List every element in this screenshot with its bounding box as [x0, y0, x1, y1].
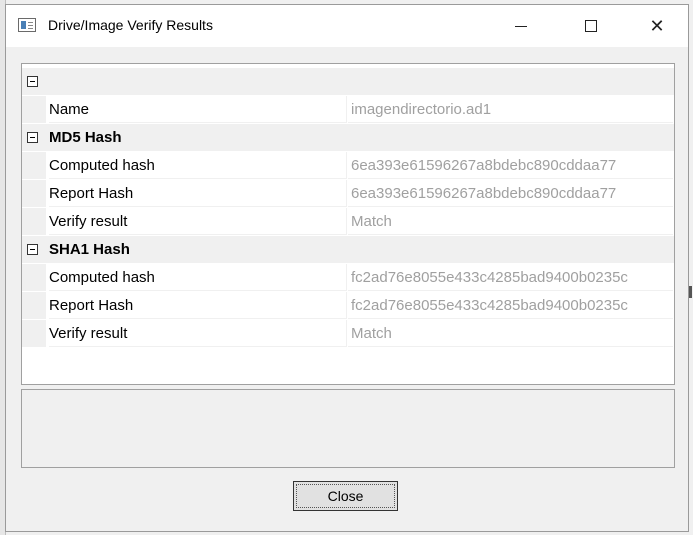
collapse-icon[interactable] — [27, 132, 38, 143]
property-row[interactable]: Computed hash 6ea393e61596267a8bdebc890cd… — [22, 152, 674, 179]
row-margin — [22, 292, 46, 319]
category-row[interactable] — [22, 68, 674, 95]
property-name: Computed hash — [49, 264, 347, 291]
property-value[interactable]: 6ea393e61596267a8bdebc890cddaa77 — [348, 152, 673, 179]
property-name: Verify result — [49, 320, 347, 347]
category-row[interactable]: SHA1 Hash — [22, 236, 674, 263]
description-pane — [21, 389, 675, 468]
property-value[interactable]: 6ea393e61596267a8bdebc890cddaa77 — [348, 180, 673, 207]
maximize-button[interactable] — [568, 5, 614, 47]
minimize-icon — [515, 25, 527, 27]
category-label: MD5 Hash — [49, 129, 122, 146]
row-margin — [22, 320, 46, 347]
property-row[interactable]: Verify result Match — [22, 208, 674, 235]
property-row[interactable]: Name imagendirectorio.ad1 — [22, 96, 674, 123]
verify-results-dialog: Drive/Image Verify Results ✕ Name imagend… — [5, 4, 689, 532]
property-value[interactable]: Match — [348, 208, 673, 235]
window-close-button[interactable]: ✕ — [634, 5, 680, 47]
category-label: SHA1 Hash — [49, 241, 130, 258]
property-name: Computed hash — [49, 152, 347, 179]
property-row[interactable]: Report Hash fc2ad76e8055e433c4285bad9400b… — [22, 292, 674, 319]
category-row[interactable]: MD5 Hash — [22, 124, 674, 151]
window-title: Drive/Image Verify Results — [48, 17, 213, 33]
property-value[interactable]: fc2ad76e8055e433c4285bad9400b0235c — [348, 264, 673, 291]
property-value[interactable]: fc2ad76e8055e433c4285bad9400b0235c — [348, 292, 673, 319]
app-window-icon — [18, 18, 36, 32]
row-margin — [22, 208, 46, 235]
row-margin — [22, 180, 46, 207]
property-name: Report Hash — [49, 180, 347, 207]
property-row[interactable]: Report Hash 6ea393e61596267a8bdebc890cdda… — [22, 180, 674, 207]
property-name: Name — [49, 96, 347, 123]
minimize-button[interactable] — [498, 5, 544, 47]
title-bar[interactable]: Drive/Image Verify Results ✕ — [6, 5, 688, 47]
property-grid[interactable]: Name imagendirectorio.ad1 MD5 Hash Computed… — [21, 63, 675, 385]
property-value[interactable]: Match — [348, 320, 673, 347]
close-button[interactable]: Close — [293, 481, 398, 511]
property-name: Report Hash — [49, 292, 347, 319]
collapse-icon[interactable] — [27, 76, 38, 87]
close-icon: ✕ — [649, 15, 665, 37]
property-value[interactable]: imagendirectorio.ad1 — [348, 96, 673, 123]
maximize-icon — [585, 20, 597, 32]
property-name: Verify result — [49, 208, 347, 235]
collapse-icon[interactable] — [27, 244, 38, 255]
row-margin — [22, 152, 46, 179]
row-margin — [22, 264, 46, 291]
property-row[interactable]: Computed hash fc2ad76e8055e433c4285bad940… — [22, 264, 674, 291]
row-margin — [22, 96, 46, 123]
property-row[interactable]: Verify result Match — [22, 320, 674, 347]
background-edge-mark-right — [689, 286, 692, 298]
